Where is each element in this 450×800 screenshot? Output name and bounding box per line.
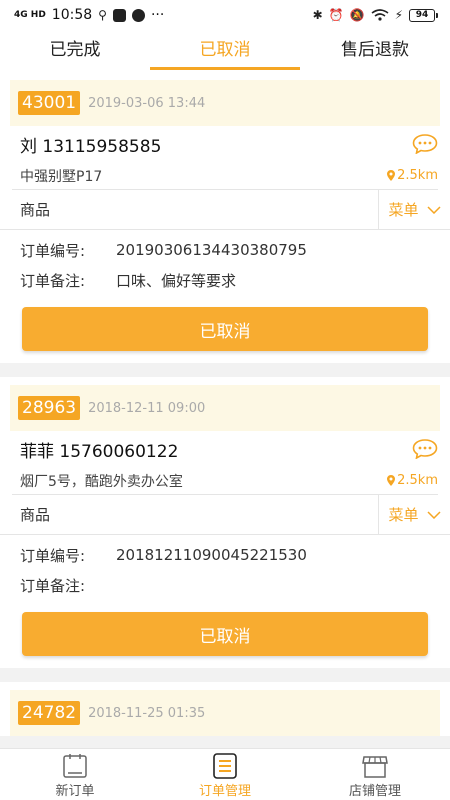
nav-order-management-label: 订单管理 [198,784,251,799]
order-card: 43001 2019-03-06 13:44 刘 13115958585 中强别… [0,72,450,363]
app-notification-icon [112,8,126,22]
order-header: 43001 2019-03-06 13:44 [10,80,440,126]
distance-value: 2.5km [397,168,438,183]
goods-label: 商品 [20,201,51,219]
nav-shop-management-label: 店铺管理 [348,784,401,799]
order-no-value: 20181211090045221530 [116,546,307,564]
chat-icon[interactable] [412,439,438,459]
signal-indicator: 4G HD [14,9,46,20]
chevron-down-icon [426,510,441,519]
order-time: 2018-11-25 01:35 [88,705,206,721]
distance: 2.5km [387,473,438,488]
wifi-icon [371,9,389,21]
status-time: 10:58 [51,7,93,23]
compass-icon [131,8,145,22]
charging-icon: ⚡ [394,8,403,22]
order-status-tabs: 已完成 已取消 售后退款 [0,30,450,72]
order-header: 24782 2018-11-25 01:35 [10,690,440,736]
remark-label: 订单备注: [20,271,86,290]
order-no-label: 订单编号: [20,546,86,565]
nav-shop-management[interactable]: 店铺管理 [300,749,450,800]
remark-label: 订单备注: [20,576,86,595]
order-no-value: 20190306134430380795 [116,241,307,259]
status-bar: 4G HD 10:58 ⚲ ··· ✱ ⏰ 🔕 ⚡ 94 [0,0,450,30]
tab-completed[interactable]: 已完成 [0,30,150,72]
customer-name-phone: 菲菲 15760060122 [20,441,179,462]
order-number-badge: 43001 [18,91,81,115]
menu-toggle[interactable]: 菜单 [378,494,450,535]
customer-name-phone: 刘 13115958585 [20,136,162,157]
order-no-label: 订单编号: [20,241,86,260]
nav-new-order[interactable]: 新订单 [0,749,150,800]
chat-icon[interactable] [412,134,438,154]
tab-cancelled[interactable]: 已取消 [150,30,300,72]
mute-icon: 🔕 [349,8,365,22]
cancelled-button[interactable]: 已取消 [22,307,428,351]
battery-level: 94 [415,10,429,20]
cancelled-button[interactable]: 已取消 [22,612,428,656]
delivery-address: 烟厂5号，酷跑外卖办公室 [20,473,183,490]
alarm-icon: ⏰ [328,8,344,22]
more-notifications: ··· [150,7,165,23]
order-header: 28963 2018-12-11 09:00 [10,385,440,431]
order-time: 2018-12-11 09:00 [88,400,206,416]
goods-label: 商品 [20,506,51,524]
order-number-badge: 24782 [18,701,81,725]
bluetooth-icon: ✱ [312,8,323,22]
menu-toggle[interactable]: 菜单 [378,189,450,230]
remark-value: 口味、偏好等要求 [116,271,237,290]
shop-icon [362,756,388,778]
order-number-badge: 28963 [18,396,81,420]
order-card: 24782 2018-11-25 01:35 [0,682,450,736]
nav-order-management[interactable]: 订单管理 [150,749,300,800]
tab-refund[interactable]: 售后退款 [300,30,450,72]
menu-label: 菜单 [388,506,419,524]
location-pin-icon [387,475,396,486]
menu-label: 菜单 [388,201,419,219]
location-pin-icon [387,170,396,181]
usb-icon: ⚲ [98,8,107,22]
distance-value: 2.5km [397,473,438,488]
nav-new-order-label: 新订单 [55,784,95,799]
order-time: 2019-03-06 13:44 [88,95,206,111]
battery-icon: 94 [409,8,438,22]
delivery-address: 中强别墅P17 [20,168,103,185]
bottom-navigation: 新订单 订单管理 店铺管理 [0,748,450,800]
order-card: 28963 2018-12-11 09:00 菲菲 15760060122 烟厂… [0,377,450,668]
new-order-icon [63,754,87,778]
order-list[interactable]: 43001 2019-03-06 13:44 刘 13115958585 中强别… [0,72,450,748]
chevron-down-icon [426,205,441,214]
distance: 2.5km [387,168,438,183]
order-manage-icon [213,753,237,779]
